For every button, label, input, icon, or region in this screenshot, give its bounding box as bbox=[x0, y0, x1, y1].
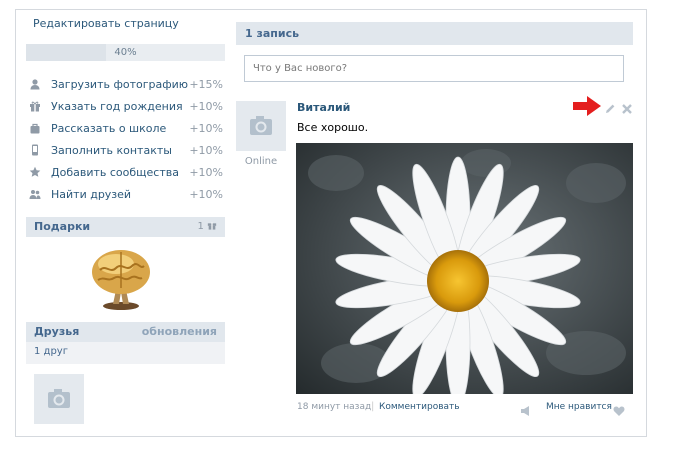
comment-link[interactable]: Комментировать bbox=[379, 402, 460, 412]
bag-icon bbox=[28, 122, 42, 136]
task-contacts[interactable]: Заполнить контакты +10% bbox=[28, 143, 223, 159]
task-percent: +15% bbox=[189, 78, 223, 91]
edit-page-link[interactable]: Редактировать страницу bbox=[33, 17, 179, 30]
arrow-annotation-icon bbox=[572, 95, 602, 117]
phone-icon bbox=[28, 144, 42, 158]
edit-pencil-icon[interactable] bbox=[604, 100, 616, 113]
footer-separator: | bbox=[371, 401, 375, 412]
progress-text: 40% bbox=[114, 47, 137, 58]
task-percent: +10% bbox=[189, 166, 223, 179]
new-post-input[interactable]: Что у Вас нового? bbox=[244, 55, 624, 82]
wall-header: 1 запись bbox=[236, 22, 633, 45]
task-birth-year[interactable]: Указать год рождения +10% bbox=[28, 99, 223, 115]
gifts-header[interactable]: Подарки 1 bbox=[26, 217, 225, 237]
task-upload-photo[interactable]: Загрузить фотографию +15% bbox=[28, 77, 223, 93]
friends-count-bar: 1 друг bbox=[26, 342, 225, 364]
friends-count[interactable]: 1 друг bbox=[34, 346, 68, 357]
gift-brain-image[interactable] bbox=[86, 242, 156, 314]
post-author[interactable]: Виталий bbox=[297, 101, 350, 114]
camera-icon bbox=[48, 389, 70, 408]
task-school[interactable]: Рассказать о школе +10% bbox=[28, 121, 223, 137]
star-icon bbox=[28, 166, 42, 180]
friends-title: Друзья bbox=[34, 325, 80, 338]
profile-progress-bar: 40% bbox=[26, 44, 225, 61]
friends-updates-link[interactable]: обновления bbox=[142, 325, 217, 338]
post-text: Все хорошо. bbox=[297, 121, 369, 134]
task-percent: +10% bbox=[189, 144, 223, 157]
task-percent: +10% bbox=[189, 122, 223, 135]
online-status: Online bbox=[244, 156, 278, 167]
gifts-title: Подарки bbox=[34, 220, 91, 233]
task-percent: +10% bbox=[189, 188, 223, 201]
wall-post-count[interactable]: 1 запись bbox=[245, 27, 299, 40]
delete-close-icon[interactable] bbox=[621, 100, 633, 114]
post-time[interactable]: 18 минут назад bbox=[297, 402, 371, 412]
task-label: Указать год рождения bbox=[51, 100, 183, 113]
task-find-friends[interactable]: Найти друзей +10% bbox=[28, 187, 223, 203]
task-label: Заполнить контакты bbox=[51, 144, 172, 157]
gift-icon bbox=[207, 222, 217, 230]
heart-icon[interactable] bbox=[613, 402, 625, 416]
user-icon bbox=[28, 78, 42, 92]
like-button[interactable]: Мне нравится bbox=[546, 402, 612, 412]
task-percent: +10% bbox=[189, 100, 223, 113]
task-label: Найти друзей bbox=[51, 188, 132, 201]
camera-icon bbox=[250, 116, 272, 135]
friend-avatar[interactable] bbox=[34, 374, 84, 424]
task-label: Загрузить фотографию bbox=[51, 78, 189, 91]
task-label: Рассказать о школе bbox=[51, 122, 167, 135]
gifts-count-value: 1 bbox=[197, 221, 204, 232]
friends-header[interactable]: Друзья обновления bbox=[26, 322, 225, 342]
gifts-count: 1 bbox=[197, 220, 217, 232]
author-avatar[interactable] bbox=[236, 101, 286, 151]
new-post-placeholder: Что у Вас нового? bbox=[253, 63, 348, 74]
share-megaphone-icon[interactable] bbox=[520, 402, 532, 416]
task-communities[interactable]: Добавить сообщества +10% bbox=[28, 165, 223, 181]
gift-icon bbox=[28, 100, 42, 114]
people-icon bbox=[28, 188, 42, 202]
post-photo[interactable] bbox=[296, 143, 633, 406]
task-label: Добавить сообщества bbox=[51, 166, 179, 179]
